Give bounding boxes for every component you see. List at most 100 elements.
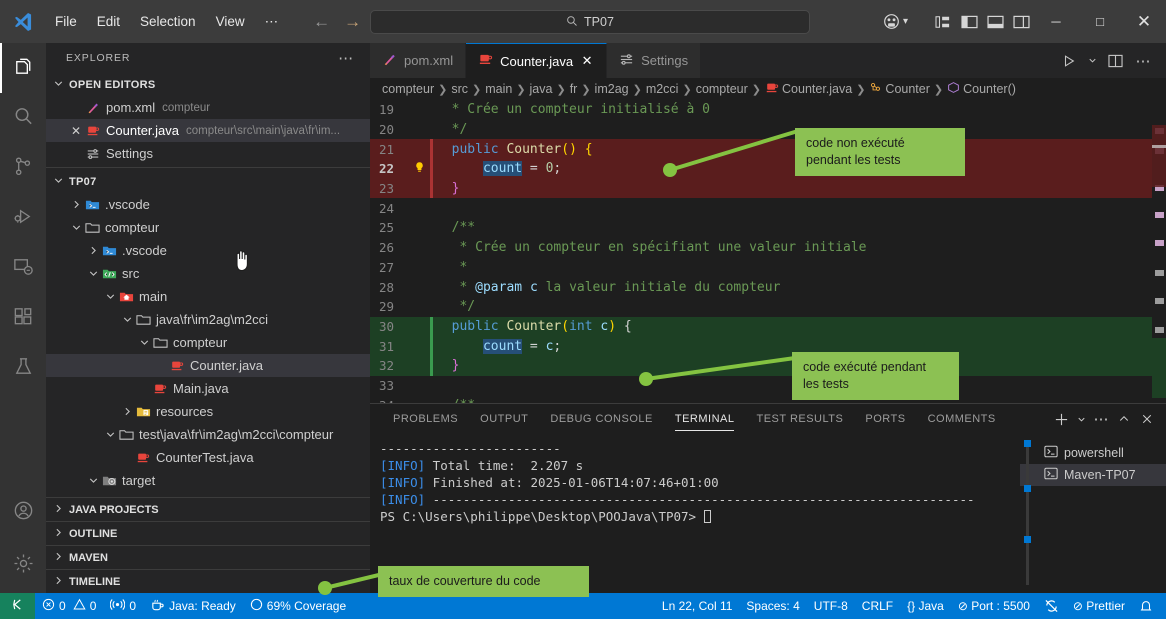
code-line-31[interactable]: 31 count = c;	[370, 336, 1166, 356]
sidebar-more-actions[interactable]: ⋯	[338, 49, 354, 67]
maximize-panel-button[interactable]	[1113, 404, 1135, 434]
panel-tab-debug-console[interactable]: DEBUG CONSOLE	[539, 404, 663, 434]
code-line-34[interactable]: 34 /**	[370, 395, 1166, 403]
code-line-24[interactable]: 24	[370, 198, 1166, 218]
breadcrumb-item[interactable]: src	[451, 82, 468, 96]
breadcrumb-item[interactable]: java	[530, 82, 553, 96]
go-back-icon[interactable]: ←	[313, 12, 330, 32]
section-project-tp07[interactable]: TP07	[46, 170, 370, 193]
chevron-right-icon[interactable]	[69, 198, 83, 211]
status-coverage[interactable]: 69% Coverage	[243, 593, 353, 619]
chevron-down-icon[interactable]	[137, 336, 151, 349]
chevron-down-icon[interactable]	[86, 474, 100, 487]
panel-tab-comments[interactable]: COMMENTS	[917, 404, 1007, 434]
status-problems[interactable]: 0 0	[35, 593, 103, 619]
lightbulb-icon[interactable]	[408, 161, 430, 177]
close-icon[interactable]: ✕	[580, 53, 594, 69]
breadcrumb-item[interactable]: m2cci	[646, 82, 679, 96]
chevron-down-icon[interactable]	[103, 428, 117, 441]
status-live-server-port[interactable]: ⊘ Port : 5500	[951, 593, 1037, 619]
toggle-primary-sidebar-icon[interactable]	[956, 0, 982, 43]
chevron-down-icon[interactable]	[103, 290, 117, 303]
run-java-button[interactable]	[1056, 43, 1082, 78]
activitybar-item-remote-explorer[interactable]	[0, 243, 46, 293]
tree-item-resources[interactable]: resources	[46, 400, 370, 423]
section-outline[interactable]: OUTLINE	[46, 521, 370, 545]
tree-item-src[interactable]: src	[46, 262, 370, 285]
tree-item-main[interactable]: main	[46, 285, 370, 308]
tree-item-target[interactable]: target	[46, 469, 370, 492]
window-maximize-button[interactable]: □	[1078, 0, 1122, 43]
panel-tab-terminal[interactable]: TERMINAL	[664, 404, 746, 434]
menu-selection[interactable]: Selection	[131, 11, 205, 32]
status-remote-button[interactable]	[0, 593, 35, 619]
activitybar-item-extensions[interactable]	[0, 293, 46, 343]
open-editor-item-settings[interactable]: Settings	[46, 142, 370, 165]
tree-item-countertest-java[interactable]: CounterTest.java	[46, 446, 370, 469]
activitybar-item-run-and-debug[interactable]	[0, 193, 46, 243]
breadcrumb[interactable]: compteur❯src❯main❯java❯fr❯im2ag❯m2cci❯co…	[370, 78, 1166, 100]
new-terminal-button[interactable]	[1050, 404, 1072, 434]
status-encoding[interactable]: UTF-8	[807, 593, 855, 619]
code-line-25[interactable]: 25 /**	[370, 218, 1166, 238]
activitybar-item-search[interactable]	[0, 93, 46, 143]
panel-tab-problems[interactable]: PROBLEMS	[382, 404, 469, 434]
tab-pom-xml[interactable]: pom.xml	[370, 43, 466, 78]
code-line-28[interactable]: 28 * @param c la valeur initiale du comp…	[370, 277, 1166, 297]
tree-item-compteur[interactable]: compteur	[46, 216, 370, 239]
code-line-19[interactable]: 19 * Crée un compteur initialisé à 0	[370, 100, 1166, 120]
code-line-23[interactable]: 23 }	[370, 179, 1166, 199]
menu-view[interactable]: View	[207, 11, 254, 32]
terminal-profile-button[interactable]	[1073, 404, 1089, 434]
status-live-share[interactable]: 0	[103, 593, 143, 619]
window-close-button[interactable]: ✕	[1122, 0, 1166, 43]
chevron-down-icon[interactable]	[69, 221, 83, 234]
customize-layout-icon[interactable]	[930, 0, 956, 43]
panel-tab-test-results[interactable]: TEST RESULTS	[745, 404, 854, 434]
activitybar-item-testing[interactable]	[0, 343, 46, 393]
section-maven[interactable]: MAVEN	[46, 545, 370, 569]
toggle-panel-icon[interactable]	[982, 0, 1008, 43]
go-forward-icon[interactable]: →	[344, 12, 361, 32]
menu-edit[interactable]: Edit	[88, 11, 129, 32]
remote-indicator-icon[interactable]: ▾	[883, 13, 908, 30]
breadcrumb-item[interactable]: main	[485, 82, 512, 96]
terminal-item-powershell[interactable]: powershell	[1020, 442, 1166, 464]
panel-more-actions-button[interactable]: ⋯	[1090, 404, 1112, 434]
editor-more-actions-button[interactable]: ⋯	[1130, 43, 1156, 78]
status-cursor-position[interactable]: Ln 22, Col 11	[655, 593, 740, 619]
open-editor-item-counter[interactable]: ✕ Counter.java compteur\src\main\java\fr…	[46, 119, 370, 142]
chevron-down-icon[interactable]	[1084, 43, 1100, 78]
activitybar-item-source-control[interactable]	[0, 143, 46, 193]
tab-counter-java[interactable]: Counter.java ✕	[466, 43, 607, 78]
chevron-right-icon[interactable]	[86, 244, 100, 257]
code-line-27[interactable]: 27 *	[370, 258, 1166, 278]
tab-settings[interactable]: Settings	[607, 43, 701, 78]
tree-item-test-java-fr-im2ag-m2cci-compteur[interactable]: test\java\fr\im2ag\m2cci\compteur	[46, 423, 370, 446]
status-no-sync-icon[interactable]	[1037, 593, 1066, 619]
activitybar-item-manage[interactable]	[0, 537, 46, 593]
code-line-33[interactable]: 33	[370, 376, 1166, 396]
close-icon[interactable]: ✕	[68, 124, 84, 138]
close-panel-button[interactable]	[1136, 404, 1158, 434]
breadcrumb-item[interactable]: compteur	[382, 82, 434, 96]
menu-file[interactable]: File	[46, 11, 86, 32]
section-timeline[interactable]: TIMELINE	[46, 569, 370, 593]
activitybar-item-accounts[interactable]	[0, 487, 46, 537]
breadcrumb-item[interactable]: im2ag	[595, 82, 629, 96]
window-minimize-button[interactable]: ─	[1034, 0, 1078, 43]
code-line-22[interactable]: 22 count = 0;	[370, 159, 1166, 179]
breadcrumb-item[interactable]: Counter()	[947, 81, 1016, 97]
status-language-mode[interactable]: {} Java	[900, 593, 951, 619]
split-editor-button[interactable]	[1102, 43, 1128, 78]
status-notifications[interactable]	[1132, 593, 1160, 619]
terminal-item-maven-tp07[interactable]: Maven-TP07	[1020, 464, 1166, 486]
chevron-down-icon[interactable]	[120, 313, 134, 326]
section-java-projects[interactable]: JAVA PROJECTS	[46, 497, 370, 521]
breadcrumb-item[interactable]: Counter.java	[765, 81, 852, 98]
code-line-29[interactable]: 29 */	[370, 297, 1166, 317]
status-java-ready[interactable]: Java: Ready	[143, 593, 243, 619]
tree-item-counter-java[interactable]: Counter.java	[46, 354, 370, 377]
menu-bar[interactable]: File Edit Selection View ⋯	[46, 11, 287, 33]
panel-tab-ports[interactable]: PORTS	[854, 404, 916, 434]
